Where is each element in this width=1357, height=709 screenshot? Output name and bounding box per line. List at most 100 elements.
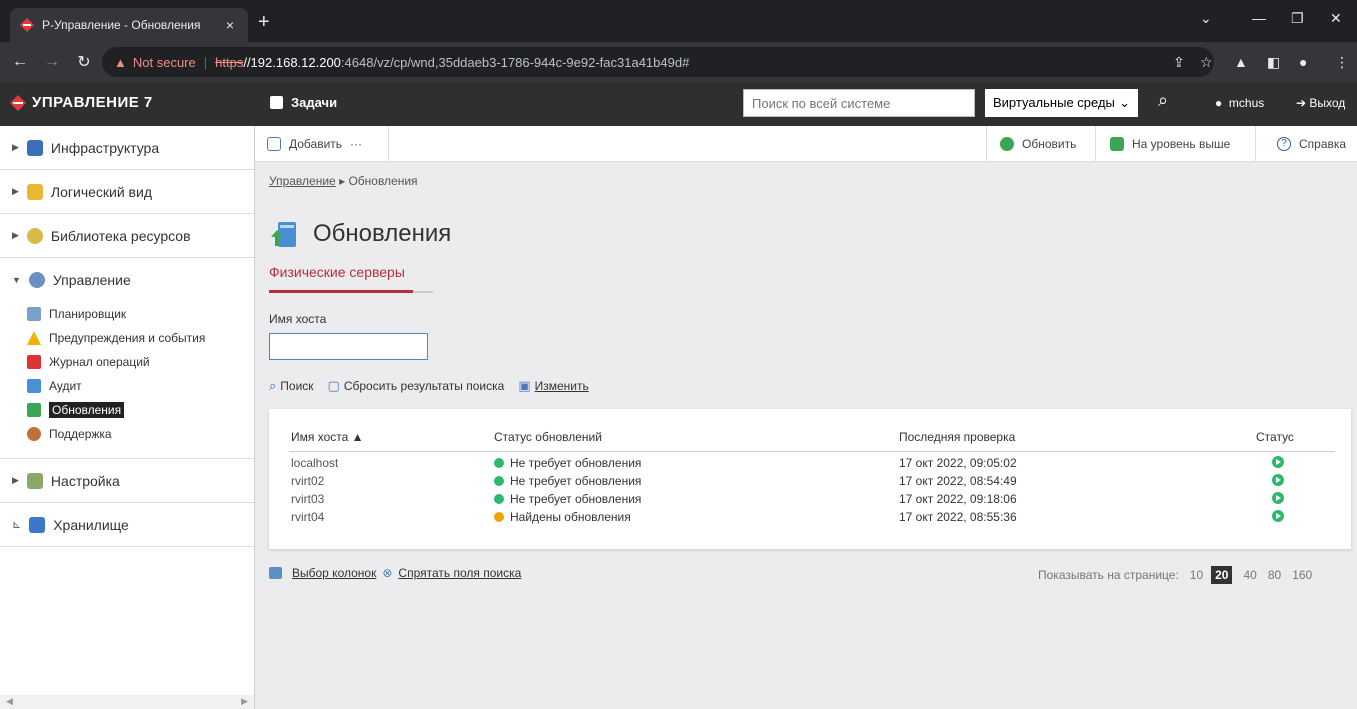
forward-icon[interactable]: →: [40, 53, 64, 71]
reload-icon[interactable]: ↻: [72, 52, 96, 72]
refresh-icon: [1000, 137, 1014, 151]
hostname-input[interactable]: [269, 333, 428, 360]
table-row[interactable]: rvirt02 Не требует обновления 17 окт 202…: [269, 472, 1351, 490]
page-size-option[interactable]: 10: [1190, 568, 1203, 582]
scroll-left-icon[interactable]: ◀: [6, 696, 13, 708]
hostname-cell[interactable]: rvirt04: [291, 510, 324, 524]
reset-label: Сбросить результаты поиска: [343, 379, 505, 393]
logout-button[interactable]: ➔ Выход: [1296, 96, 1345, 110]
updates-server-icon: [271, 222, 296, 247]
scheduler-icon: [27, 307, 41, 321]
column-header-last-check[interactable]: Последняя проверка: [899, 430, 1015, 444]
help-button[interactable]: ? Справка: [1265, 126, 1357, 162]
page-size-option-selected[interactable]: 20: [1211, 566, 1233, 584]
add-label: Добавить: [289, 137, 343, 151]
breadcrumb-link-management[interactable]: Управление: [269, 174, 336, 188]
sidebar-subitem-label: Поддержка: [49, 427, 112, 441]
status-cell: [1272, 510, 1284, 525]
sidebar-item-label: Логический вид: [50, 183, 152, 200]
sidebar-item-management[interactable]: ▼ Управление: [0, 258, 254, 302]
browser-tab[interactable]: Р-Управление - Обновления ×: [10, 8, 248, 42]
column-chooser-link[interactable]: Выбор колонок: [292, 566, 376, 580]
status-cell: [1272, 492, 1284, 507]
sidebar-scrollbar[interactable]: ◀ ▶: [0, 695, 254, 709]
add-icon: [267, 137, 281, 151]
sidepanel-icon[interactable]: ◧: [1267, 54, 1280, 71]
sidebar-item-settings[interactable]: ▶ Настройка: [0, 459, 254, 503]
toolbar-divider: [388, 126, 389, 162]
check-icon: [494, 494, 504, 504]
warning-icon: [27, 331, 41, 345]
url-input[interactable]: ▲ Not secure | https//192.168.12.200:464…: [102, 47, 1214, 77]
hostname-cell[interactable]: localhost: [291, 456, 338, 470]
sidebar-subitem-alerts[interactable]: Предупреждения и события: [0, 326, 254, 350]
share-icon[interactable]: ⇪: [1173, 54, 1185, 71]
page-size-option[interactable]: 80: [1268, 568, 1281, 582]
more-icon[interactable]: ···: [350, 137, 362, 151]
last-check-cell: 17 окт 2022, 09:18:06: [899, 492, 1017, 506]
page-title: Обновления: [269, 219, 451, 249]
browser-menu-icon[interactable]: ⋮: [1335, 54, 1349, 71]
hostname-cell[interactable]: rvirt03: [291, 492, 324, 506]
sidebar-item-storage[interactable]: ⊾ Хранилище: [0, 503, 254, 547]
app-header: УПРАВЛЕНИЕ 7 Задачи Виртуальные среды ⌄ …: [0, 82, 1357, 126]
sidebar-subitem-scheduler[interactable]: Планировщик: [0, 302, 254, 326]
tasks-button[interactable]: Задачи: [270, 95, 337, 110]
user-name: mchus: [1228, 96, 1265, 110]
bookmark-star-icon[interactable]: ☆: [1200, 54, 1213, 71]
sidebar-subitem-updates[interactable]: Обновления: [0, 398, 254, 422]
sidebar-item-infrastructure[interactable]: ▶ Инфраструктура: [0, 126, 254, 170]
reset-search-button[interactable]: ▢ Сбросить результаты поиска: [328, 378, 505, 394]
page-size-option[interactable]: 40: [1243, 568, 1256, 582]
app-logo[interactable]: УПРАВЛЕНИЕ 7: [10, 94, 153, 111]
app-logo-icon: [20, 18, 34, 32]
tab-physical-servers[interactable]: Физические серверы: [269, 264, 405, 280]
tab-search-icon[interactable]: ⌄: [1200, 10, 1212, 27]
global-search-input[interactable]: [743, 89, 975, 117]
columns-icon: [269, 567, 282, 579]
search-button[interactable]: ⌕ Поиск: [269, 378, 314, 394]
sidebar-subitem-operations-log[interactable]: Журнал операций: [0, 350, 254, 374]
sidebar-subitem-audit[interactable]: Аудит: [0, 374, 254, 398]
search-icon[interactable]: ⌕: [1158, 90, 1168, 111]
minimize-icon[interactable]: —: [1252, 10, 1266, 26]
sidebar-item-logical-view[interactable]: ▶ Логический вид: [0, 170, 254, 214]
library-icon: [26, 227, 43, 244]
address-bar: ← → ↻ ▲ Not secure | https//192.168.12.2…: [0, 42, 1357, 82]
hide-search-fields-link[interactable]: Спрятать поля поиска: [398, 566, 521, 580]
close-window-icon[interactable]: ✕: [1330, 10, 1342, 27]
column-header-update-status[interactable]: Статус обновлений: [494, 430, 602, 444]
new-tab-button[interactable]: +: [258, 12, 270, 32]
check-icon: [494, 476, 504, 486]
update-status-text: Не требует обновления: [510, 492, 642, 506]
scope-select[interactable]: Виртуальные среды ⌄: [985, 89, 1138, 117]
column-header-status[interactable]: Статус: [1256, 430, 1294, 444]
sidebar-item-resource-library[interactable]: ▶ Библиотека ресурсов: [0, 214, 254, 258]
table-row[interactable]: rvirt04 Найдены обновления 17 окт 2022, …: [269, 508, 1351, 526]
page-size-option[interactable]: 160: [1292, 568, 1312, 582]
scroll-right-icon[interactable]: ▶: [241, 696, 248, 708]
sidebar-subitem-label: Предупреждения и события: [49, 331, 206, 345]
extension-icon[interactable]: ▲: [1234, 54, 1248, 70]
sidebar-subitem-support[interactable]: Поддержка: [0, 422, 254, 446]
header-divider: [289, 451, 1335, 452]
edit-button[interactable]: ▣ Изменить: [518, 378, 588, 394]
table-row[interactable]: rvirt03 Не требует обновления 17 окт 202…: [269, 490, 1351, 508]
user-menu[interactable]: ● mchus: [1215, 96, 1264, 110]
level-up-button[interactable]: На уровень выше: [1098, 126, 1242, 162]
refresh-label: Обновить: [1022, 137, 1077, 151]
sidebar-item-label: Инфраструктура: [50, 139, 160, 156]
column-header-hostname[interactable]: Имя хоста ▲: [291, 430, 364, 444]
add-button[interactable]: Добавить ···: [255, 126, 374, 162]
refresh-button[interactable]: Обновить: [988, 126, 1088, 162]
table-row[interactable]: localhost Не требует обновления 17 окт 2…: [269, 454, 1351, 472]
clipboard-icon: [270, 96, 283, 109]
sidebar-subitem-label: Планировщик: [49, 307, 127, 321]
status-cell: [1272, 474, 1284, 489]
profile-icon[interactable]: ●: [1299, 54, 1307, 70]
restore-icon[interactable]: ❐: [1291, 10, 1304, 27]
tab-close-icon[interactable]: ×: [222, 17, 238, 33]
hostname-label: Имя хоста: [269, 312, 327, 326]
hostname-cell[interactable]: rvirt02: [291, 474, 324, 488]
back-icon[interactable]: ←: [8, 53, 32, 71]
